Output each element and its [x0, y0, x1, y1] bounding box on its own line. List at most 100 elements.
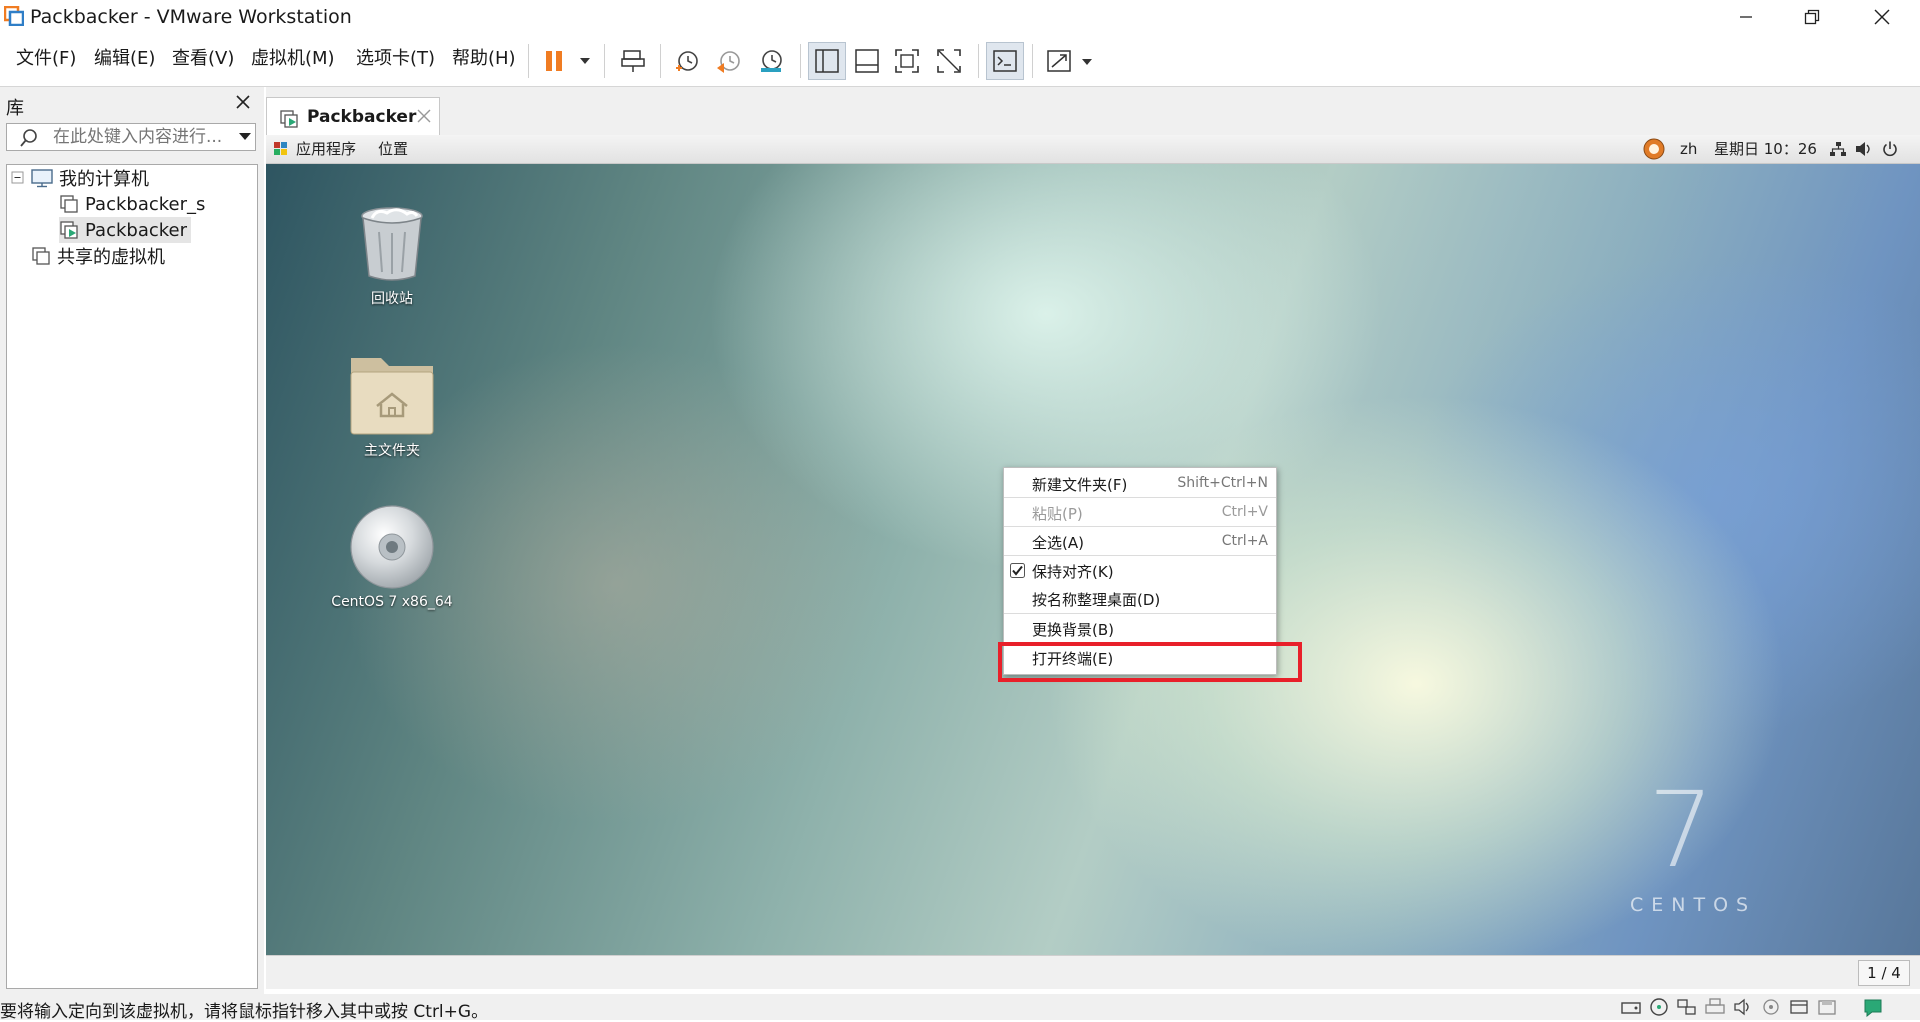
console-view-button[interactable]: [986, 42, 1024, 80]
cd-dvd-icon[interactable]: [1648, 997, 1670, 1017]
tab-packbacker[interactable]: Packbacker: [266, 97, 440, 135]
library-panel: 库 我的计算机 Packbacker_s Packbacker 共享的虚拟机: [0, 87, 264, 994]
show-library-button[interactable]: [808, 42, 846, 80]
library-search-input[interactable]: [53, 127, 233, 147]
pause-vm-button[interactable]: [536, 42, 596, 80]
toolbar-separator: [528, 44, 529, 78]
tree-item-my-computer[interactable]: 我的计算机: [11, 165, 149, 191]
ctx-label: 按名称整理桌面(D): [1032, 591, 1161, 609]
terminal-icon: [993, 50, 1017, 72]
gnome-clock[interactable]: 星期日 10：26: [1714, 140, 1817, 158]
library-title: 库: [6, 98, 24, 119]
menu-file[interactable]: 文件(F): [16, 48, 76, 70]
unity-mode-button[interactable]: [930, 42, 968, 80]
library-close-button[interactable]: [236, 95, 250, 109]
full-screen-button[interactable]: [888, 42, 926, 80]
tree-item-shared-vms[interactable]: 共享的虚拟机: [31, 243, 165, 269]
vm-console[interactable]: 应用程序 位置 zh 星期日 10：26 回收站 主文件夹 CentOS 7 x…: [266, 135, 1920, 955]
fullscreen-icon: [895, 49, 919, 73]
minimize-button[interactable]: [1716, 0, 1776, 34]
sound-card-icon[interactable]: [1732, 997, 1754, 1017]
menu-edit[interactable]: 编辑(E): [94, 48, 155, 70]
close-icon: [236, 95, 250, 109]
ctx-change-background[interactable]: 更换背景(B): [1004, 614, 1276, 642]
network-adapter-icon[interactable]: [1676, 997, 1698, 1017]
toolbar-separator: [800, 44, 801, 78]
volume-icon[interactable]: [1856, 142, 1872, 156]
floppy-icon[interactable]: [1816, 997, 1838, 1017]
menu-help[interactable]: 帮助(H): [452, 48, 516, 70]
gnome-top-bar: 应用程序 位置 zh 星期日 10：26: [266, 135, 1920, 164]
menu-view[interactable]: 查看(V): [172, 48, 234, 70]
network-icon[interactable]: [1830, 142, 1846, 157]
restore-icon: [1804, 9, 1820, 25]
ctx-label: 全选(A): [1032, 534, 1084, 552]
library-search-box[interactable]: [6, 123, 256, 151]
ctx-arrange-by-name[interactable]: 按名称整理桌面(D): [1004, 584, 1276, 612]
thumbnail-view-icon: [855, 49, 879, 73]
page-indicator[interactable]: 1 / 4: [1858, 960, 1910, 986]
power-icon[interactable]: [1882, 141, 1898, 157]
input-method-icon[interactable]: [1642, 138, 1666, 160]
restore-button[interactable]: [1782, 0, 1842, 34]
checkbox-checked-icon[interactable]: [1010, 563, 1025, 578]
search-icon: [19, 128, 39, 148]
keyboard-icon: [621, 50, 645, 72]
stretch-guest-button[interactable]: [1040, 42, 1100, 80]
send-ctrl-alt-del-button[interactable]: [614, 42, 652, 80]
search-dropdown-button[interactable]: [239, 133, 251, 141]
take-snapshot-button[interactable]: [668, 42, 706, 80]
gnome-places-menu[interactable]: 位置: [378, 140, 408, 158]
library-view-icon: [815, 49, 839, 73]
close-window-button[interactable]: [1852, 0, 1912, 34]
usb-device-icon[interactable]: [1760, 997, 1782, 1017]
tree-item-vm-packbacker[interactable]: Packbacker: [59, 217, 192, 243]
tree-label: Packbacker_s: [85, 193, 206, 215]
unity-icon: [937, 49, 961, 73]
snapshot-manager-icon: [761, 50, 782, 72]
ctx-label: 保持对齐(K): [1032, 563, 1114, 581]
desktop-icon-trash[interactable]: 回收站: [322, 204, 462, 308]
status-bar: 要将输入定向到该虚拟机，请将鼠标指针移入其中或按 Ctrl+G。: [0, 994, 1920, 1022]
title-bar: Packbacker - VMware Workstation: [0, 0, 1920, 34]
close-icon: [417, 109, 431, 123]
hard-disk-icon[interactable]: [1620, 997, 1642, 1017]
ctx-new-folder[interactable]: 新建文件夹(F) Shift+Ctrl+N: [1004, 469, 1276, 497]
stretch-icon: [1047, 50, 1092, 72]
gnome-language-indicator[interactable]: zh: [1680, 140, 1697, 158]
display-icon[interactable]: [1788, 997, 1810, 1017]
snapshot-manager-button[interactable]: [752, 42, 790, 80]
message-log-icon[interactable]: [1862, 997, 1884, 1017]
tab-close-button[interactable]: [417, 109, 431, 123]
home-folder-icon: [350, 358, 434, 435]
ctx-label: 新建文件夹(F): [1032, 476, 1128, 494]
tree-item-vm-packbacker-s[interactable]: Packbacker_s: [59, 191, 205, 217]
ctx-keep-aligned[interactable]: 保持对齐(K): [1004, 556, 1276, 584]
printer-icon[interactable]: [1704, 997, 1726, 1017]
desktop-icon-label: CentOS 7 x86_64: [331, 594, 453, 610]
vm-running-icon: [279, 109, 299, 129]
ctx-select-all[interactable]: 全选(A) Ctrl+A: [1004, 527, 1276, 555]
desktop-icon-home[interactable]: 主文件夹: [322, 354, 462, 460]
desktop-icon-cdrom[interactable]: CentOS 7 x86_64: [322, 504, 462, 610]
vm-icon: [60, 195, 78, 213]
applications-icon: [274, 142, 287, 155]
revert-snapshot-button[interactable]: [710, 42, 748, 80]
menu-tabs[interactable]: 选项卡(T): [356, 48, 435, 70]
centos-7-logo: 7: [1648, 776, 1714, 876]
collapse-icon[interactable]: [11, 171, 25, 185]
gnome-applications-menu[interactable]: 应用程序: [296, 140, 356, 158]
vm-thumbnail-strip: 1 / 4: [266, 955, 1920, 989]
vm-tab-strip: Packbacker: [266, 87, 1920, 135]
thumbnail-bar-button[interactable]: [848, 42, 886, 80]
vmware-logo-icon: [4, 6, 24, 26]
library-tree: 我的计算机 Packbacker_s Packbacker 共享的虚拟机: [6, 164, 258, 989]
ctx-paste[interactable]: 粘贴(P) Ctrl+V: [1004, 498, 1276, 526]
toolbar-separator: [604, 44, 605, 78]
close-icon: [1874, 9, 1890, 25]
toolbar-separator: [1032, 44, 1033, 78]
ctx-shortcut: Ctrl+V: [1221, 504, 1268, 520]
menu-vm[interactable]: 虚拟机(M): [251, 48, 335, 70]
status-message: 要将输入定向到该虚拟机，请将鼠标指针移入其中或按 Ctrl+G。: [0, 1002, 489, 1022]
toolbar-separator: [978, 44, 979, 78]
